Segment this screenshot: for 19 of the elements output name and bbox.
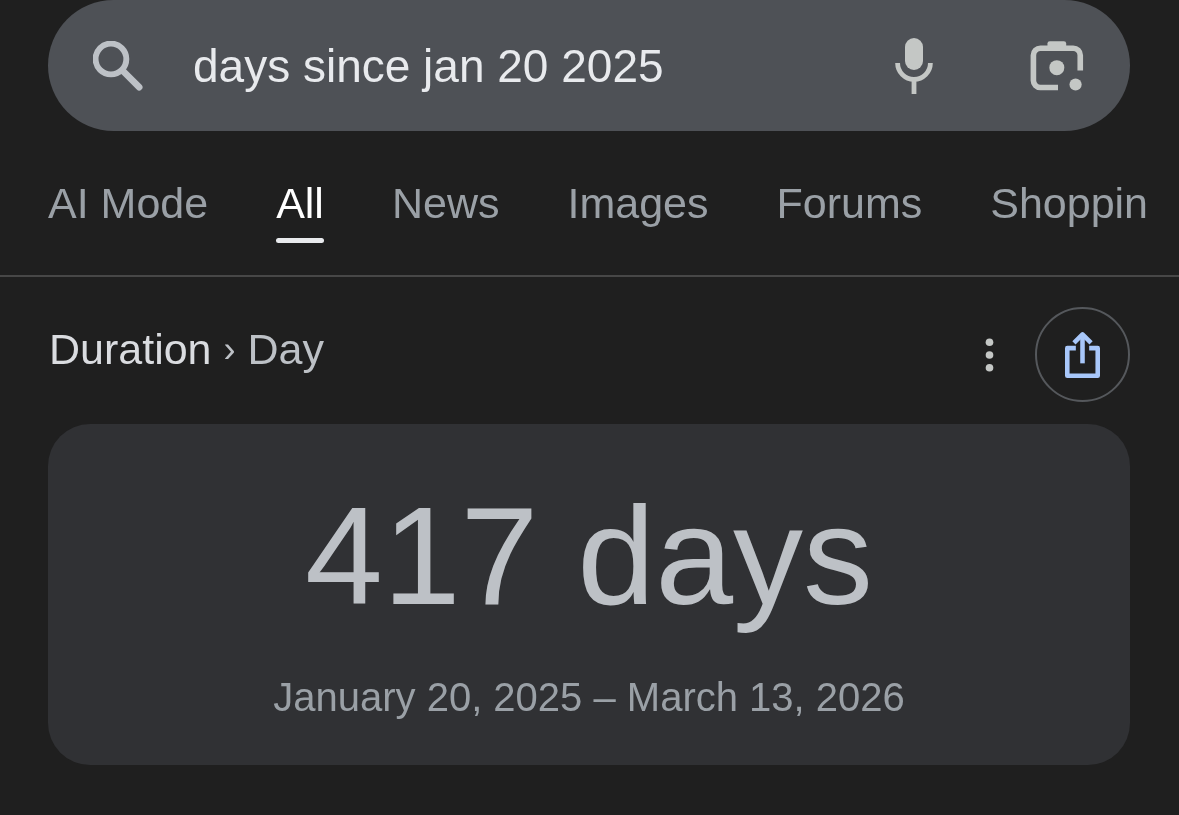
breadcrumb-separator: › — [223, 328, 236, 371]
breadcrumb-item[interactable]: Duration — [49, 325, 212, 374]
search-field[interactable]: days since jan 20 2025 — [48, 0, 1130, 131]
tab[interactable]: Images — [567, 177, 709, 243]
result-value: 417 days — [304, 476, 874, 636]
search-input[interactable]: days since jan 20 2025 — [193, 35, 853, 96]
share-button[interactable] — [1035, 307, 1130, 402]
tab[interactable]: AI Mode — [48, 177, 209, 243]
breadcrumb-item[interactable]: Day — [247, 325, 324, 374]
camera-icon[interactable] — [1030, 39, 1086, 92]
more-options-icon[interactable] — [984, 337, 995, 372]
tab[interactable]: Forums — [776, 177, 923, 243]
date-range: January 20, 2025 – March 13, 2026 — [273, 674, 905, 721]
share-icon — [1062, 331, 1103, 378]
search-icon — [93, 40, 143, 91]
tab[interactable]: News — [391, 177, 500, 243]
tab[interactable]: All — [276, 177, 324, 243]
microphone-icon[interactable] — [893, 36, 935, 95]
tab[interactable]: Shoppin — [990, 177, 1149, 243]
